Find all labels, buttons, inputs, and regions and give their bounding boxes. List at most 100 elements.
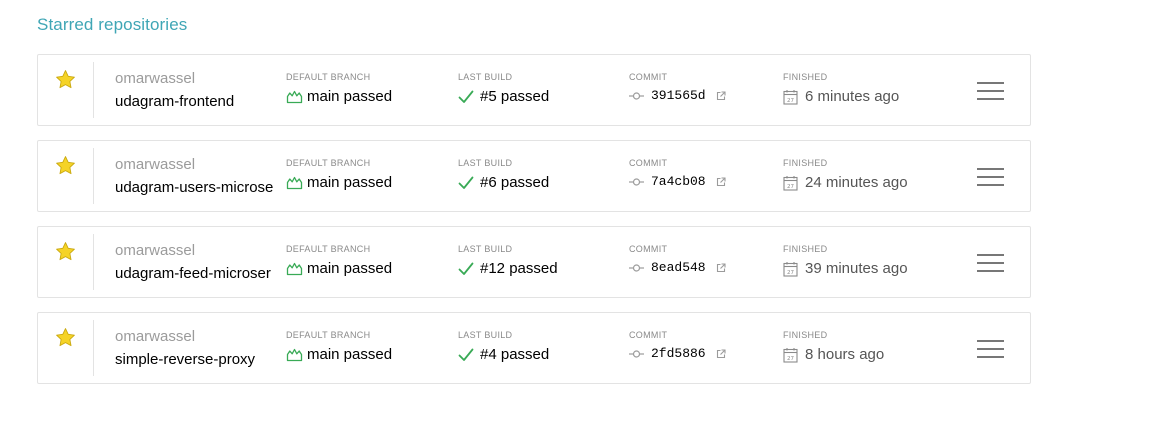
row-divider	[93, 62, 94, 118]
finished-label: FINISHED	[783, 158, 828, 168]
repo-row-1: omarwassel udagram-frontend DEFAULT BRAN…	[37, 54, 1031, 126]
repo-owner: omarwassel	[115, 328, 196, 345]
svg-text:27: 27	[787, 269, 794, 275]
menu-bar	[977, 270, 1004, 272]
menu-bar	[977, 356, 1004, 358]
finished-value: 27 8 hours ago	[783, 346, 884, 363]
menu-bar	[977, 90, 1004, 92]
check-icon	[458, 90, 474, 103]
default-branch-text: main passed	[307, 260, 393, 277]
repo-owner: omarwassel	[115, 70, 196, 87]
row-divider	[93, 148, 94, 204]
commit-sha-link[interactable]: 2fd5886	[651, 346, 706, 361]
star-icon[interactable]	[55, 155, 76, 176]
last-build-label: LAST BUILD	[458, 72, 513, 82]
commit-icon	[629, 91, 644, 100]
default-branch-label: DEFAULT BRANCH	[286, 244, 371, 254]
menu-bar	[977, 82, 1004, 84]
commit-label: COMMIT	[629, 244, 668, 254]
commit-sha-link[interactable]: 391565d	[651, 88, 706, 103]
finished-label: FINISHED	[783, 72, 828, 82]
menu-bar	[977, 168, 1004, 170]
repo-name-link[interactable]: simple-reverse-proxy	[115, 351, 273, 368]
calendar-icon: 27	[783, 347, 798, 363]
last-build-label: LAST BUILD	[458, 330, 513, 340]
commit-icon	[629, 263, 644, 272]
calendar-icon: 27	[783, 175, 798, 191]
commit-value: 391565d	[629, 88, 726, 103]
menu-bar	[977, 98, 1004, 100]
finished-text: 39 minutes ago	[805, 260, 908, 277]
default-branch-label: DEFAULT BRANCH	[286, 158, 371, 168]
branch-icon	[286, 262, 303, 275]
check-icon	[458, 348, 474, 361]
star-icon[interactable]	[55, 327, 76, 348]
external-link-icon[interactable]	[716, 262, 726, 273]
default-branch-label: DEFAULT BRANCH	[286, 330, 371, 340]
commit-sha-link[interactable]: 8ead548	[651, 260, 706, 275]
external-link-icon[interactable]	[716, 348, 726, 359]
commit-value: 8ead548	[629, 260, 726, 275]
commit-value: 2fd5886	[629, 346, 726, 361]
starred-repositories-page: Starred repositories omarwassel udagram-…	[0, 0, 1160, 426]
last-build-status[interactable]: #12 passed	[458, 260, 558, 277]
repo-name-link[interactable]: udagram-users-microse	[115, 179, 273, 196]
default-branch-label: DEFAULT BRANCH	[286, 72, 371, 82]
svg-text:27: 27	[787, 355, 794, 361]
finished-text: 6 minutes ago	[805, 88, 900, 105]
row-divider	[93, 320, 94, 376]
external-link-icon[interactable]	[716, 176, 726, 187]
repo-row-2: omarwassel udagram-users-microse DEFAULT…	[37, 140, 1031, 212]
repo-name-link[interactable]: udagram-frontend	[115, 93, 273, 110]
commit-sha-link[interactable]: 7a4cb08	[651, 174, 706, 189]
finished-label: FINISHED	[783, 330, 828, 340]
last-build-status[interactable]: #6 passed	[458, 174, 549, 191]
default-branch-status[interactable]: main passed	[286, 260, 392, 277]
calendar-icon: 27	[783, 89, 798, 105]
star-icon[interactable]	[55, 69, 76, 90]
svg-text:27: 27	[787, 183, 794, 189]
external-link-icon[interactable]	[716, 90, 726, 101]
check-icon	[458, 262, 474, 275]
repo-name-link[interactable]: udagram-feed-microser	[115, 265, 273, 282]
finished-text: 8 hours ago	[805, 346, 885, 363]
svg-text:27: 27	[787, 97, 794, 103]
default-branch-text: main passed	[307, 346, 393, 363]
finished-value: 27 39 minutes ago	[783, 260, 908, 277]
commit-label: COMMIT	[629, 158, 668, 168]
repo-menu-button[interactable]	[977, 82, 1004, 102]
row-divider	[93, 234, 94, 290]
commit-value: 7a4cb08	[629, 174, 726, 189]
last-build-label: LAST BUILD	[458, 244, 513, 254]
calendar-icon: 27	[783, 261, 798, 277]
menu-bar	[977, 184, 1004, 186]
default-branch-status[interactable]: main passed	[286, 174, 392, 191]
menu-bar	[977, 254, 1004, 256]
finished-value: 27 24 minutes ago	[783, 174, 908, 191]
repo-menu-button[interactable]	[977, 340, 1004, 360]
repo-menu-button[interactable]	[977, 254, 1004, 274]
finished-label: FINISHED	[783, 244, 828, 254]
repo-owner: omarwassel	[115, 242, 196, 259]
branch-icon	[286, 90, 303, 103]
default-branch-status[interactable]: main passed	[286, 346, 392, 363]
last-build-text: #12 passed	[480, 260, 558, 277]
last-build-label: LAST BUILD	[458, 158, 513, 168]
commit-icon	[629, 349, 644, 358]
commit-icon	[629, 177, 644, 186]
default-branch-text: main passed	[307, 174, 393, 191]
commit-label: COMMIT	[629, 72, 668, 82]
last-build-status[interactable]: #4 passed	[458, 346, 549, 363]
last-build-text: #6 passed	[480, 174, 550, 191]
last-build-status[interactable]: #5 passed	[458, 88, 549, 105]
section-title: Starred repositories	[37, 15, 188, 34]
menu-bar	[977, 262, 1004, 264]
star-icon[interactable]	[55, 241, 76, 262]
repo-menu-button[interactable]	[977, 168, 1004, 188]
menu-bar	[977, 340, 1004, 342]
repo-owner: omarwassel	[115, 156, 196, 173]
repo-row-4: omarwassel simple-reverse-proxy DEFAULT …	[37, 312, 1031, 384]
default-branch-status[interactable]: main passed	[286, 88, 392, 105]
menu-bar	[977, 176, 1004, 178]
branch-icon	[286, 348, 303, 361]
